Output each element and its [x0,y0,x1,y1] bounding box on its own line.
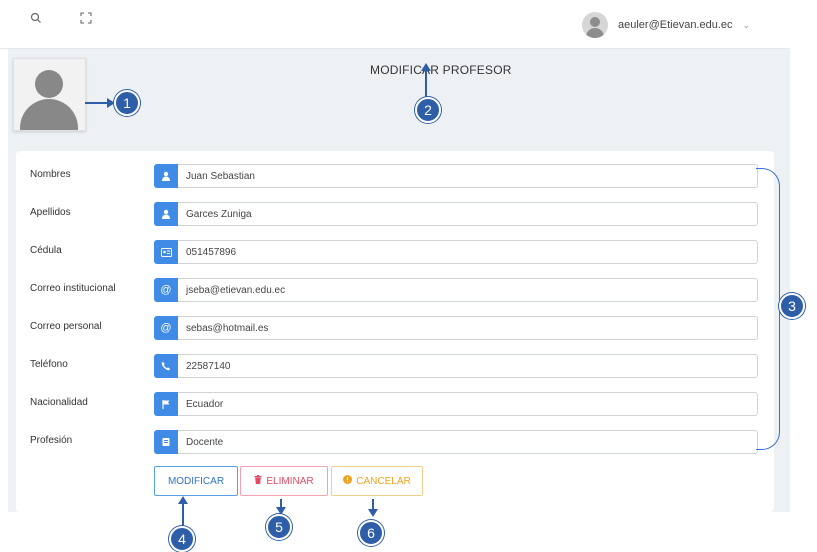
cancel-button-label: CANCELAR [356,475,411,487]
at-icon: @ [154,316,178,340]
field-label: Profesión [30,435,73,446]
form-row-correo-institucional: Correo institucional @ jseba@etievan.edu… [16,278,774,303]
form-row-nombres: Nombres Juan Sebastian [16,164,774,189]
search-icon[interactable] [30,12,46,28]
correo-institucional-field[interactable]: jseba@etievan.edu.ec [178,278,758,302]
telefono-field[interactable]: 22587140 [178,354,758,378]
annotation-bracket-3 [756,168,780,450]
annotation-arrowhead-6 [368,509,378,517]
field-label: Teléfono [30,359,68,370]
nombres-field[interactable]: Juan Sebastian [178,164,758,188]
annotation-badge-6: 6 [358,520,384,546]
annotation-arrow-1 [85,102,109,104]
annotation-badge-1: 1 [114,90,140,116]
user-email: aeuler@Etievan.edu.ec [618,19,733,31]
trash-icon [254,475,262,487]
alert-circle-icon [343,475,353,487]
fullscreen-icon[interactable] [80,12,96,28]
cedula-field[interactable]: 051457896 [178,240,758,264]
annotation-badge-2: 2 [415,97,441,123]
field-label: Correo institucional [30,283,116,294]
apellidos-field[interactable]: Garces Zuniga [178,202,758,226]
form-row-cedula: Cédula 051457896 [16,240,774,265]
annotation-arrow-2 [425,70,427,98]
delete-button[interactable]: ELIMINAR [240,466,328,496]
annotation-badge-4: 4 [169,526,195,552]
profile-photo[interactable] [13,58,86,131]
field-label: Correo personal [30,321,102,332]
delete-button-label: ELIMINAR [266,475,314,487]
form-row-telefono: Teléfono 22587140 [16,354,774,379]
profesion-field[interactable]: Docente [178,430,758,454]
modify-button[interactable]: MODIFICAR [154,466,238,496]
page-title: MODIFICAR PROFESOR [370,63,512,77]
form-card: Nombres Juan Sebastian Apellidos Garces … [16,151,774,512]
phone-icon [154,354,178,378]
user-icon [154,202,178,226]
correo-personal-field[interactable]: sebas@hotmail.es [178,316,758,340]
id-card-icon [154,240,178,264]
form-row-correo-personal: Correo personal @ sebas@hotmail.es [16,316,774,341]
flag-icon [154,392,178,416]
field-label: Nombres [30,169,71,180]
chevron-down-icon: ⌄ [742,19,751,30]
field-label: Cédula [30,245,62,256]
field-label: Apellidos [30,207,71,218]
avatar [582,12,608,38]
cancel-button[interactable]: CANCELAR [331,466,423,496]
user-menu[interactable]: aeuler@Etievan.edu.ec ⌄ [582,12,750,38]
at-icon: @ [154,278,178,302]
field-label: Nacionalidad [30,397,88,408]
annotation-badge-5: 5 [266,514,292,540]
form-row-apellidos: Apellidos Garces Zuniga [16,202,774,227]
user-icon [154,164,178,188]
book-icon [154,430,178,454]
annotation-badge-3: 3 [779,293,805,319]
form-row-nacionalidad: Nacionalidad Ecuador [16,392,774,417]
top-bar: aeuler@Etievan.edu.ec ⌄ [0,0,790,49]
nacionalidad-field[interactable]: Ecuador [178,392,758,416]
modify-button-label: MODIFICAR [167,475,225,487]
form-row-profesion: Profesión Docente [16,430,774,455]
